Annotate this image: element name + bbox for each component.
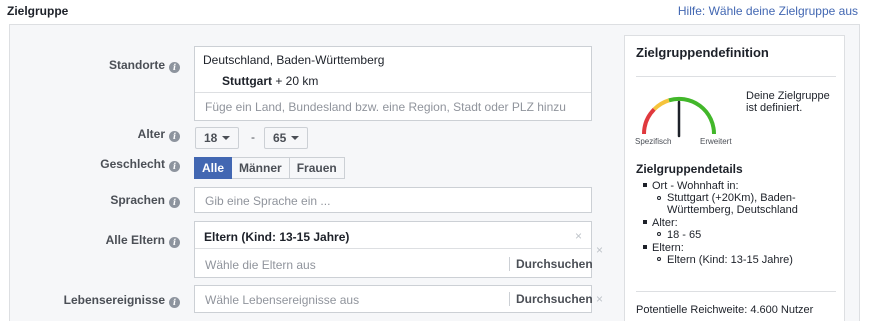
divider bbox=[195, 248, 591, 249]
clear-parents-icon[interactable]: × bbox=[596, 243, 603, 257]
definition-title: Zielgruppendefinition bbox=[636, 45, 769, 60]
info-icon[interactable]: i bbox=[169, 237, 180, 248]
language-input[interactable]: Gib eine Sprache ein ... bbox=[194, 187, 592, 213]
gender-all-button[interactable]: Alle bbox=[194, 157, 233, 179]
detail-item: Ort - Wohnhaft in: bbox=[643, 180, 838, 192]
sprachen-label: Sprachen i bbox=[10, 193, 180, 208]
life-events-browse-button[interactable]: Durchsuchen bbox=[509, 292, 593, 306]
caret-down-icon bbox=[291, 136, 300, 140]
details-list: Ort - Wohnhaft in: Stuttgart (+20Km), Ba… bbox=[643, 180, 838, 266]
geschlecht-label: Geschlecht i bbox=[10, 157, 180, 172]
help-link[interactable]: Hilfe: Wähle deine Zielgruppe aus bbox=[678, 4, 858, 18]
parents-box: Eltern (Kind: 13-15 Jahre) × Wähle die E… bbox=[194, 221, 593, 278]
detail-item: Alter: bbox=[643, 217, 838, 229]
detail-item: Eltern: bbox=[643, 242, 838, 254]
divider bbox=[636, 76, 836, 77]
location-city-entry[interactable]: Stuttgart + 20 km bbox=[222, 74, 318, 88]
alter-label: Alter i bbox=[10, 127, 180, 142]
parents-input[interactable]: Wähle die Eltern aus bbox=[205, 258, 316, 272]
gender-male-button[interactable]: Männer bbox=[232, 157, 290, 179]
detail-subitem: 18 - 65 bbox=[643, 229, 838, 241]
life-events-box: Wähle Lebensereignisse aus Durchsuchen bbox=[194, 285, 593, 313]
circle-bullet bbox=[657, 257, 661, 261]
audience-definition-panel: Zielgruppendefinition Spezifisch Erweite… bbox=[624, 35, 845, 321]
caret-down-icon bbox=[222, 136, 231, 140]
location-box: Deutschland, Baden-Württemberg Stuttgart… bbox=[194, 46, 592, 121]
location-region: Deutschland, Baden-Württemberg bbox=[203, 53, 385, 67]
location-input[interactable]: Füge ein Land, Bundesland bzw. eine Regi… bbox=[205, 100, 566, 114]
circle-bullet bbox=[657, 196, 661, 200]
bullet bbox=[643, 245, 647, 249]
info-icon[interactable]: i bbox=[169, 62, 180, 73]
age-max-select[interactable]: 65 bbox=[264, 127, 309, 149]
info-icon[interactable]: i bbox=[169, 131, 180, 142]
gauge-right-label: Erweitert bbox=[700, 137, 732, 146]
section-title: Zielgruppe bbox=[7, 4, 69, 18]
age-min-select[interactable]: 18 bbox=[195, 127, 240, 149]
standorte-label: Standorte i bbox=[10, 58, 180, 73]
bullet bbox=[643, 183, 647, 187]
gender-female-button[interactable]: Frauen bbox=[289, 157, 345, 179]
location-city: Stuttgart bbox=[222, 74, 272, 88]
language-placeholder: Gib eine Sprache ein ... bbox=[205, 194, 331, 208]
info-icon[interactable]: i bbox=[169, 197, 180, 208]
divider bbox=[195, 92, 591, 93]
detail-subitem: Stuttgart (+20Km), Baden-Württemberg, De… bbox=[643, 192, 838, 216]
divider bbox=[636, 291, 836, 292]
parents-browse-button[interactable]: Durchsuchen bbox=[509, 257, 593, 271]
location-radius[interactable]: + 20 km bbox=[275, 74, 318, 88]
remove-tag-icon[interactable]: × bbox=[575, 229, 582, 243]
audience-gauge bbox=[642, 96, 717, 138]
info-icon[interactable]: i bbox=[169, 297, 180, 308]
eltern-label: Alle Eltern i bbox=[10, 233, 180, 248]
gauge-left-label: Spezifisch bbox=[635, 137, 672, 146]
parents-selected-tag: Eltern (Kind: 13-15 Jahre) bbox=[204, 230, 350, 244]
life-events-input[interactable]: Wähle Lebensereignisse aus bbox=[205, 293, 359, 307]
detail-subitem: Eltern (Kind: 13-15 Jahre) bbox=[643, 254, 838, 266]
gender-segmented: Alle Männer Frauen bbox=[194, 157, 345, 179]
potential-reach: Potentielle Reichweite: 4.600 Nutzer bbox=[636, 304, 814, 316]
info-icon[interactable]: i bbox=[169, 161, 180, 172]
age-separator: - bbox=[251, 130, 255, 144]
gauge-status: Deine Zielgruppe ist definiert. bbox=[746, 90, 830, 114]
bullet bbox=[643, 220, 647, 224]
lebensereignisse-label: Lebensereignisse i bbox=[10, 293, 180, 308]
clear-life-events-icon[interactable]: × bbox=[596, 292, 603, 306]
circle-bullet bbox=[657, 232, 661, 236]
details-title: Zielgruppendetails bbox=[636, 162, 743, 176]
